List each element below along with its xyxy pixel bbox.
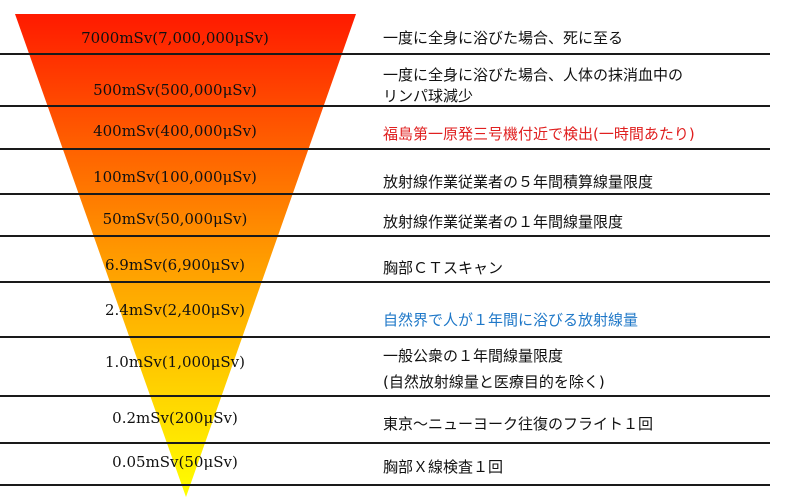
row-divider	[0, 53, 770, 55]
effect-description: 福島第一原発三号機付近で検出(一時間あたり)	[383, 125, 695, 143]
dose-label: 1.0mSv(1,000μSv)	[105, 353, 245, 371]
dose-label: 400mSv(400,000μSv)	[93, 122, 257, 140]
dose-label: 50mSv(50,000μSv)	[102, 210, 248, 228]
dose-label: 500mSv(500,000μSv)	[93, 81, 257, 99]
dose-label: 6.9mSv(6,900μSv)	[105, 256, 245, 274]
row-divider	[0, 395, 770, 397]
effect-description: 一度に全身に浴びた場合、死に至る	[383, 29, 624, 47]
dose-label: 100mSv(100,000μSv)	[93, 168, 257, 186]
dose-label: 2.4mSv(2,400μSv)	[105, 301, 245, 319]
row-divider	[0, 193, 770, 195]
effect-description: 自然界で人が１年間に浴びる放射線量	[383, 311, 639, 329]
effect-description: リンパ球減少	[383, 87, 474, 105]
effect-description: (自然放射線量と医療目的を除く)	[383, 373, 605, 391]
dose-label: 0.2mSv(200μSv)	[112, 409, 238, 427]
effect-description: 放射線作業従業者の１年間線量限度	[383, 213, 624, 231]
row-divider	[0, 484, 770, 486]
effect-description: 一度に全身に浴びた場合、人体の抹消血中の	[383, 66, 684, 84]
dose-label: 0.05mSv(50μSv)	[112, 453, 238, 471]
effect-description: 東京〜ニューヨーク往復のフライト１回	[383, 415, 654, 433]
row-divider	[0, 235, 770, 237]
effect-description: 放射線作業従業者の５年間積算線量限度	[383, 173, 654, 191]
row-divider	[0, 148, 770, 150]
row-divider	[0, 281, 770, 283]
row-divider	[0, 336, 770, 338]
dose-label: 7000mSv(7,000,000μSv)	[81, 29, 269, 47]
effect-description: 一般公衆の１年間線量限度	[383, 347, 564, 365]
row-divider	[0, 442, 770, 444]
effect-description: 胸部ＣＴスキャン	[383, 259, 504, 277]
effect-description: 胸部Ｘ線検査１回	[383, 458, 504, 476]
